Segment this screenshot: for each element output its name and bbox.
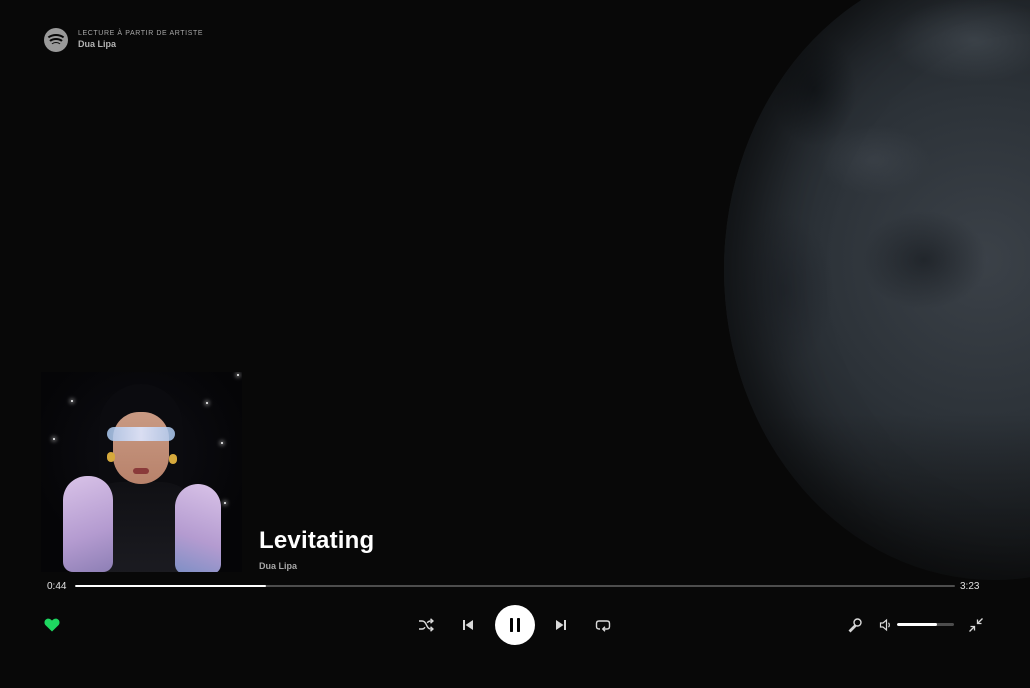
album-figure-arm xyxy=(175,484,221,572)
moon-backdrop xyxy=(724,0,1030,580)
shuffle-icon xyxy=(419,618,434,632)
album-star xyxy=(221,442,223,444)
volume-slider[interactable] xyxy=(897,623,954,626)
album-earring xyxy=(107,452,115,462)
pause-icon xyxy=(510,618,520,632)
like-button[interactable] xyxy=(42,616,62,634)
skip-next-icon xyxy=(556,620,566,630)
total-time: 3:23 xyxy=(960,581,980,592)
current-time: 0:44 xyxy=(47,581,67,592)
heart-icon xyxy=(44,618,60,632)
album-earring xyxy=(169,454,177,464)
volume-icon xyxy=(879,618,890,632)
album-star xyxy=(237,374,239,376)
playing-context[interactable]: LECTURE À PARTIR DE ARTISTE Dua Lipa xyxy=(44,28,203,52)
skip-previous-icon xyxy=(463,620,473,630)
volume-button[interactable] xyxy=(878,617,894,633)
album-figure-arm xyxy=(63,476,113,572)
track-artist[interactable]: Dua Lipa xyxy=(259,561,297,571)
context-name[interactable]: Dua Lipa xyxy=(78,39,203,50)
minimize-icon xyxy=(969,618,983,632)
repeat-icon xyxy=(595,620,611,632)
context-text: LECTURE À PARTIR DE ARTISTE Dua Lipa xyxy=(78,30,203,50)
progress-fill xyxy=(75,585,266,587)
now-playing-view: LECTURE À PARTIR DE ARTISTE Dua Lipa Lev… xyxy=(0,0,1030,688)
previous-button[interactable] xyxy=(458,615,478,635)
track-title[interactable]: Levitating xyxy=(259,527,374,555)
lyrics-button[interactable] xyxy=(845,615,865,635)
volume-fill xyxy=(897,623,937,626)
album-art xyxy=(41,372,242,572)
album-star xyxy=(224,502,226,504)
album-star xyxy=(206,402,208,404)
microphone-icon xyxy=(848,618,862,633)
progress-bar[interactable] xyxy=(75,585,955,587)
context-label: LECTURE À PARTIR DE ARTISTE xyxy=(78,30,204,38)
shuffle-button[interactable] xyxy=(416,615,436,635)
album-figure-glasses xyxy=(107,427,175,441)
exit-fullscreen-button[interactable] xyxy=(966,615,986,635)
album-star xyxy=(71,400,73,402)
repeat-button[interactable] xyxy=(593,615,613,635)
album-figure-lips xyxy=(133,468,149,474)
next-button[interactable] xyxy=(551,615,571,635)
spotify-logo-icon xyxy=(44,28,68,52)
pause-button[interactable] xyxy=(495,605,535,645)
album-star xyxy=(53,438,55,440)
